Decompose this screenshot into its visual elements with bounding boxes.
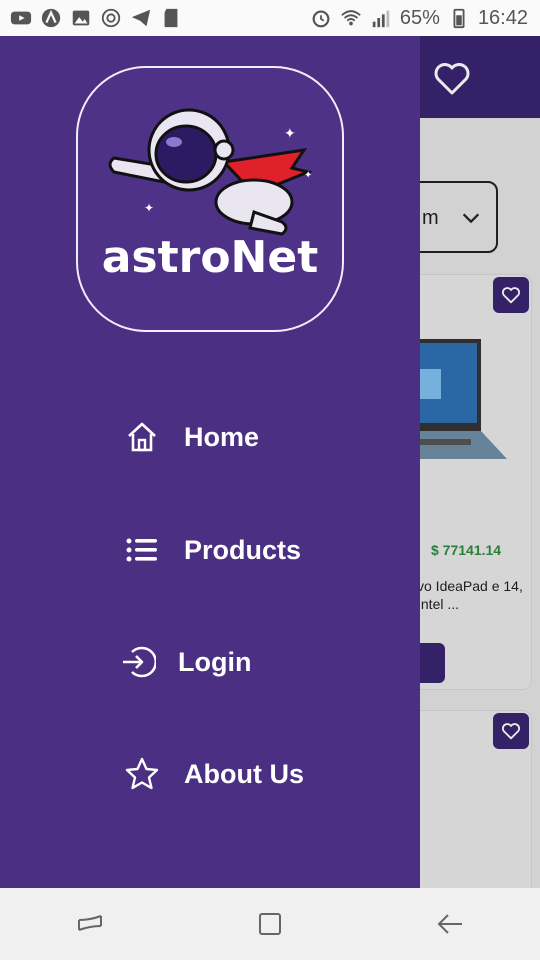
menu-item-label: Login bbox=[178, 646, 252, 677]
system-navigation-bar bbox=[0, 888, 540, 960]
back-arrow-icon[interactable] bbox=[426, 900, 474, 948]
list-icon bbox=[124, 532, 160, 568]
wifi-icon bbox=[340, 7, 362, 29]
svg-text:✦: ✦ bbox=[284, 126, 296, 142]
image-icon bbox=[70, 7, 92, 29]
svg-text:✦: ✦ bbox=[304, 170, 312, 181]
sd-card-icon bbox=[160, 7, 182, 29]
navigation-drawer: ✦ ✦ ✦ astroNet Home Products Login About… bbox=[0, 36, 420, 888]
chrome-icon bbox=[100, 7, 122, 29]
login-icon bbox=[120, 644, 156, 680]
telegram-icon bbox=[130, 7, 152, 29]
battery-percent: 65% bbox=[399, 6, 440, 29]
star-icon bbox=[124, 756, 160, 792]
menu-item-products[interactable]: Products bbox=[124, 532, 301, 568]
logo-text: astroNet bbox=[101, 232, 319, 283]
menu-item-login[interactable]: Login bbox=[120, 644, 251, 680]
menu-item-about-us[interactable]: About Us bbox=[124, 756, 304, 792]
arc-icon bbox=[40, 7, 62, 29]
youtube-icon bbox=[10, 7, 32, 29]
home-icon bbox=[124, 419, 160, 455]
alarm-icon bbox=[310, 7, 332, 29]
svg-text:✦: ✦ bbox=[144, 201, 154, 215]
system-icons: 65% 16:42 bbox=[310, 7, 528, 30]
menu-item-home[interactable]: Home bbox=[124, 419, 259, 455]
astronaut-icon: ✦ ✦ ✦ bbox=[108, 108, 313, 236]
status-bar: 65% 16:42 bbox=[0, 0, 540, 36]
recent-apps-icon[interactable] bbox=[66, 900, 114, 948]
battery-icon bbox=[448, 7, 470, 29]
clock: 16:42 bbox=[477, 6, 528, 29]
notification-icons bbox=[10, 7, 182, 29]
menu-item-label: About Us bbox=[184, 758, 304, 789]
home-square-icon[interactable] bbox=[246, 900, 294, 948]
signal-icon bbox=[370, 7, 392, 29]
astronet-logo: ✦ ✦ ✦ astroNet bbox=[76, 66, 344, 332]
menu-item-label: Products bbox=[184, 534, 302, 565]
menu-item-label: Home bbox=[184, 421, 260, 452]
